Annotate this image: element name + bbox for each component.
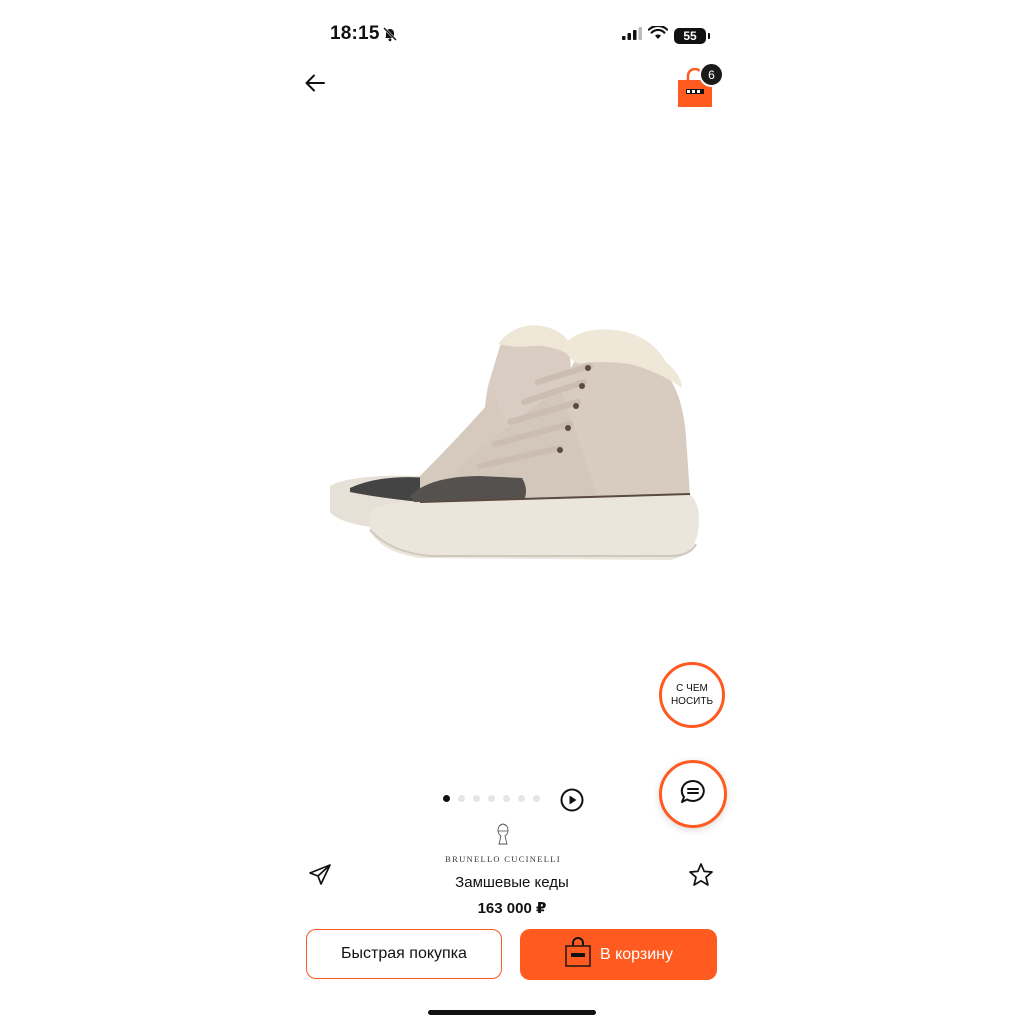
status-bar: 18:15 55	[290, 18, 734, 52]
cart-count-badge: 6	[699, 62, 724, 87]
play-video-button[interactable]	[560, 788, 584, 812]
bell-muted-icon	[382, 26, 398, 47]
battery-indicator: 55	[674, 27, 710, 44]
brand-logo[interactable]: BRUNELLO CUCINELLI	[441, 822, 565, 864]
carousel-dot[interactable]	[443, 795, 450, 802]
arrow-left-icon	[305, 74, 325, 97]
product-price: 163 000 ₽	[477, 900, 547, 917]
carousel-dot[interactable]	[518, 795, 525, 802]
app-screen: 18:15 55 6 С ЧЕМ НОСИТЬ BRUNELLO CUCINEL…	[290, 0, 734, 1024]
brand-emblem-icon	[494, 822, 512, 851]
carousel-dot[interactable]	[488, 795, 495, 802]
status-time: 18:15	[330, 23, 380, 44]
home-indicator[interactable]	[428, 1010, 596, 1015]
product-title: Замшевые кеды	[455, 874, 569, 891]
chat-bubble-icon	[679, 778, 707, 811]
carousel-dot[interactable]	[533, 795, 540, 802]
what-to-wear-label-line2: НОСИТЬ	[670, 696, 714, 707]
chat-button[interactable]	[659, 760, 727, 828]
product-image[interactable]	[310, 316, 724, 578]
top-nav: 6	[290, 62, 734, 108]
quick-buy-label: Быстрая покупка	[341, 945, 467, 962]
cart-button[interactable]: 6	[676, 62, 724, 108]
carousel-dot[interactable]	[503, 795, 510, 802]
shopping-bag-icon	[676, 67, 714, 112]
brand-name: BRUNELLO CUCINELLI	[445, 854, 561, 864]
quick-buy-button[interactable]: Быстрая покупка	[306, 929, 502, 979]
system-indicators: 55	[622, 24, 710, 45]
what-to-wear-button[interactable]: С ЧЕМ НОСИТЬ	[659, 662, 725, 728]
wifi-icon	[647, 24, 669, 45]
add-to-cart-button[interactable]: В корзину	[520, 929, 717, 980]
back-button[interactable]	[300, 70, 330, 100]
carousel-dot[interactable]	[458, 795, 465, 802]
shopping-bag-icon	[564, 937, 592, 972]
carousel-dot[interactable]	[473, 795, 480, 802]
play-circle-icon	[560, 788, 584, 816]
cellular-signal-icon	[622, 26, 642, 45]
carousel-dots	[443, 795, 540, 802]
add-to-cart-label: В корзину	[599, 945, 674, 963]
what-to-wear-label-line1: С ЧЕМ	[676, 683, 708, 694]
